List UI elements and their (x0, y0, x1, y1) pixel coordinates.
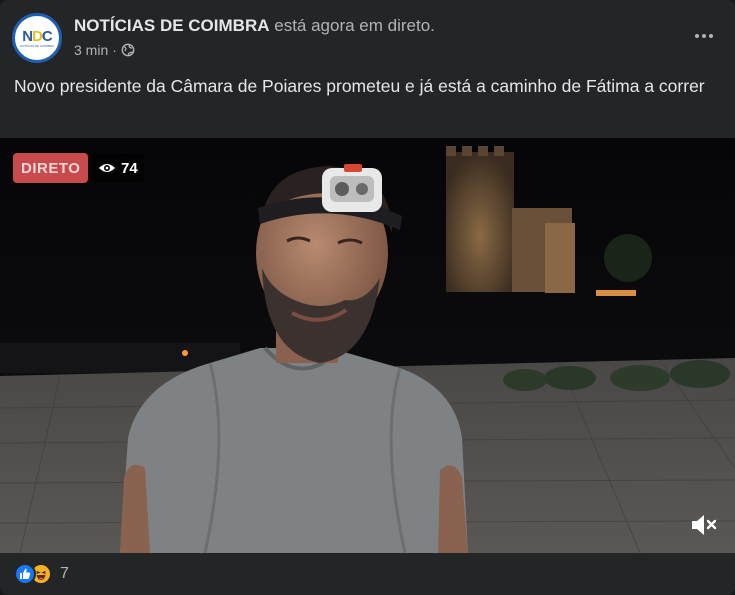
post-title-line: NOTÍCIAS DE COIMBRA está agora em direto… (74, 16, 435, 36)
post-message: Novo presidente da Câmara de Poiares pro… (14, 76, 705, 96)
reactions-summary[interactable]: 7 (14, 562, 69, 586)
page-name-link[interactable]: NOTÍCIAS DE COIMBRA (74, 16, 270, 35)
avatar-logo-tagline: NOTÍCIAS DE COIMBRA (19, 43, 54, 48)
post-meta: 3 min · (74, 42, 135, 58)
reaction-count: 7 (60, 565, 69, 582)
live-status-text: está agora em direto. (274, 16, 435, 35)
meta-separator: · (112, 42, 117, 58)
more-options-icon[interactable] (689, 24, 719, 48)
volume-muted-icon[interactable] (689, 512, 719, 538)
eye-icon (99, 164, 115, 172)
like-icon (14, 563, 36, 585)
post-timestamp[interactable]: 3 min (74, 42, 108, 58)
avatar-logo: NDC (22, 27, 53, 45)
post-header: NDC NOTÍCIAS DE COIMBRA NOTÍCIAS DE COIM… (0, 0, 735, 70)
video-frame-scene (0, 138, 735, 553)
viewer-count: 74 (121, 159, 138, 177)
live-post-card: NDC NOTÍCIAS DE COIMBRA NOTÍCIAS DE COIM… (0, 0, 735, 595)
globe-icon[interactable] (121, 43, 135, 57)
page-avatar[interactable]: NDC NOTÍCIAS DE COIMBRA (12, 13, 62, 63)
live-video-player[interactable]: DIRETO 74 (0, 138, 735, 553)
viewer-count-badge: 74 (92, 153, 144, 183)
live-badge: DIRETO (13, 153, 89, 183)
